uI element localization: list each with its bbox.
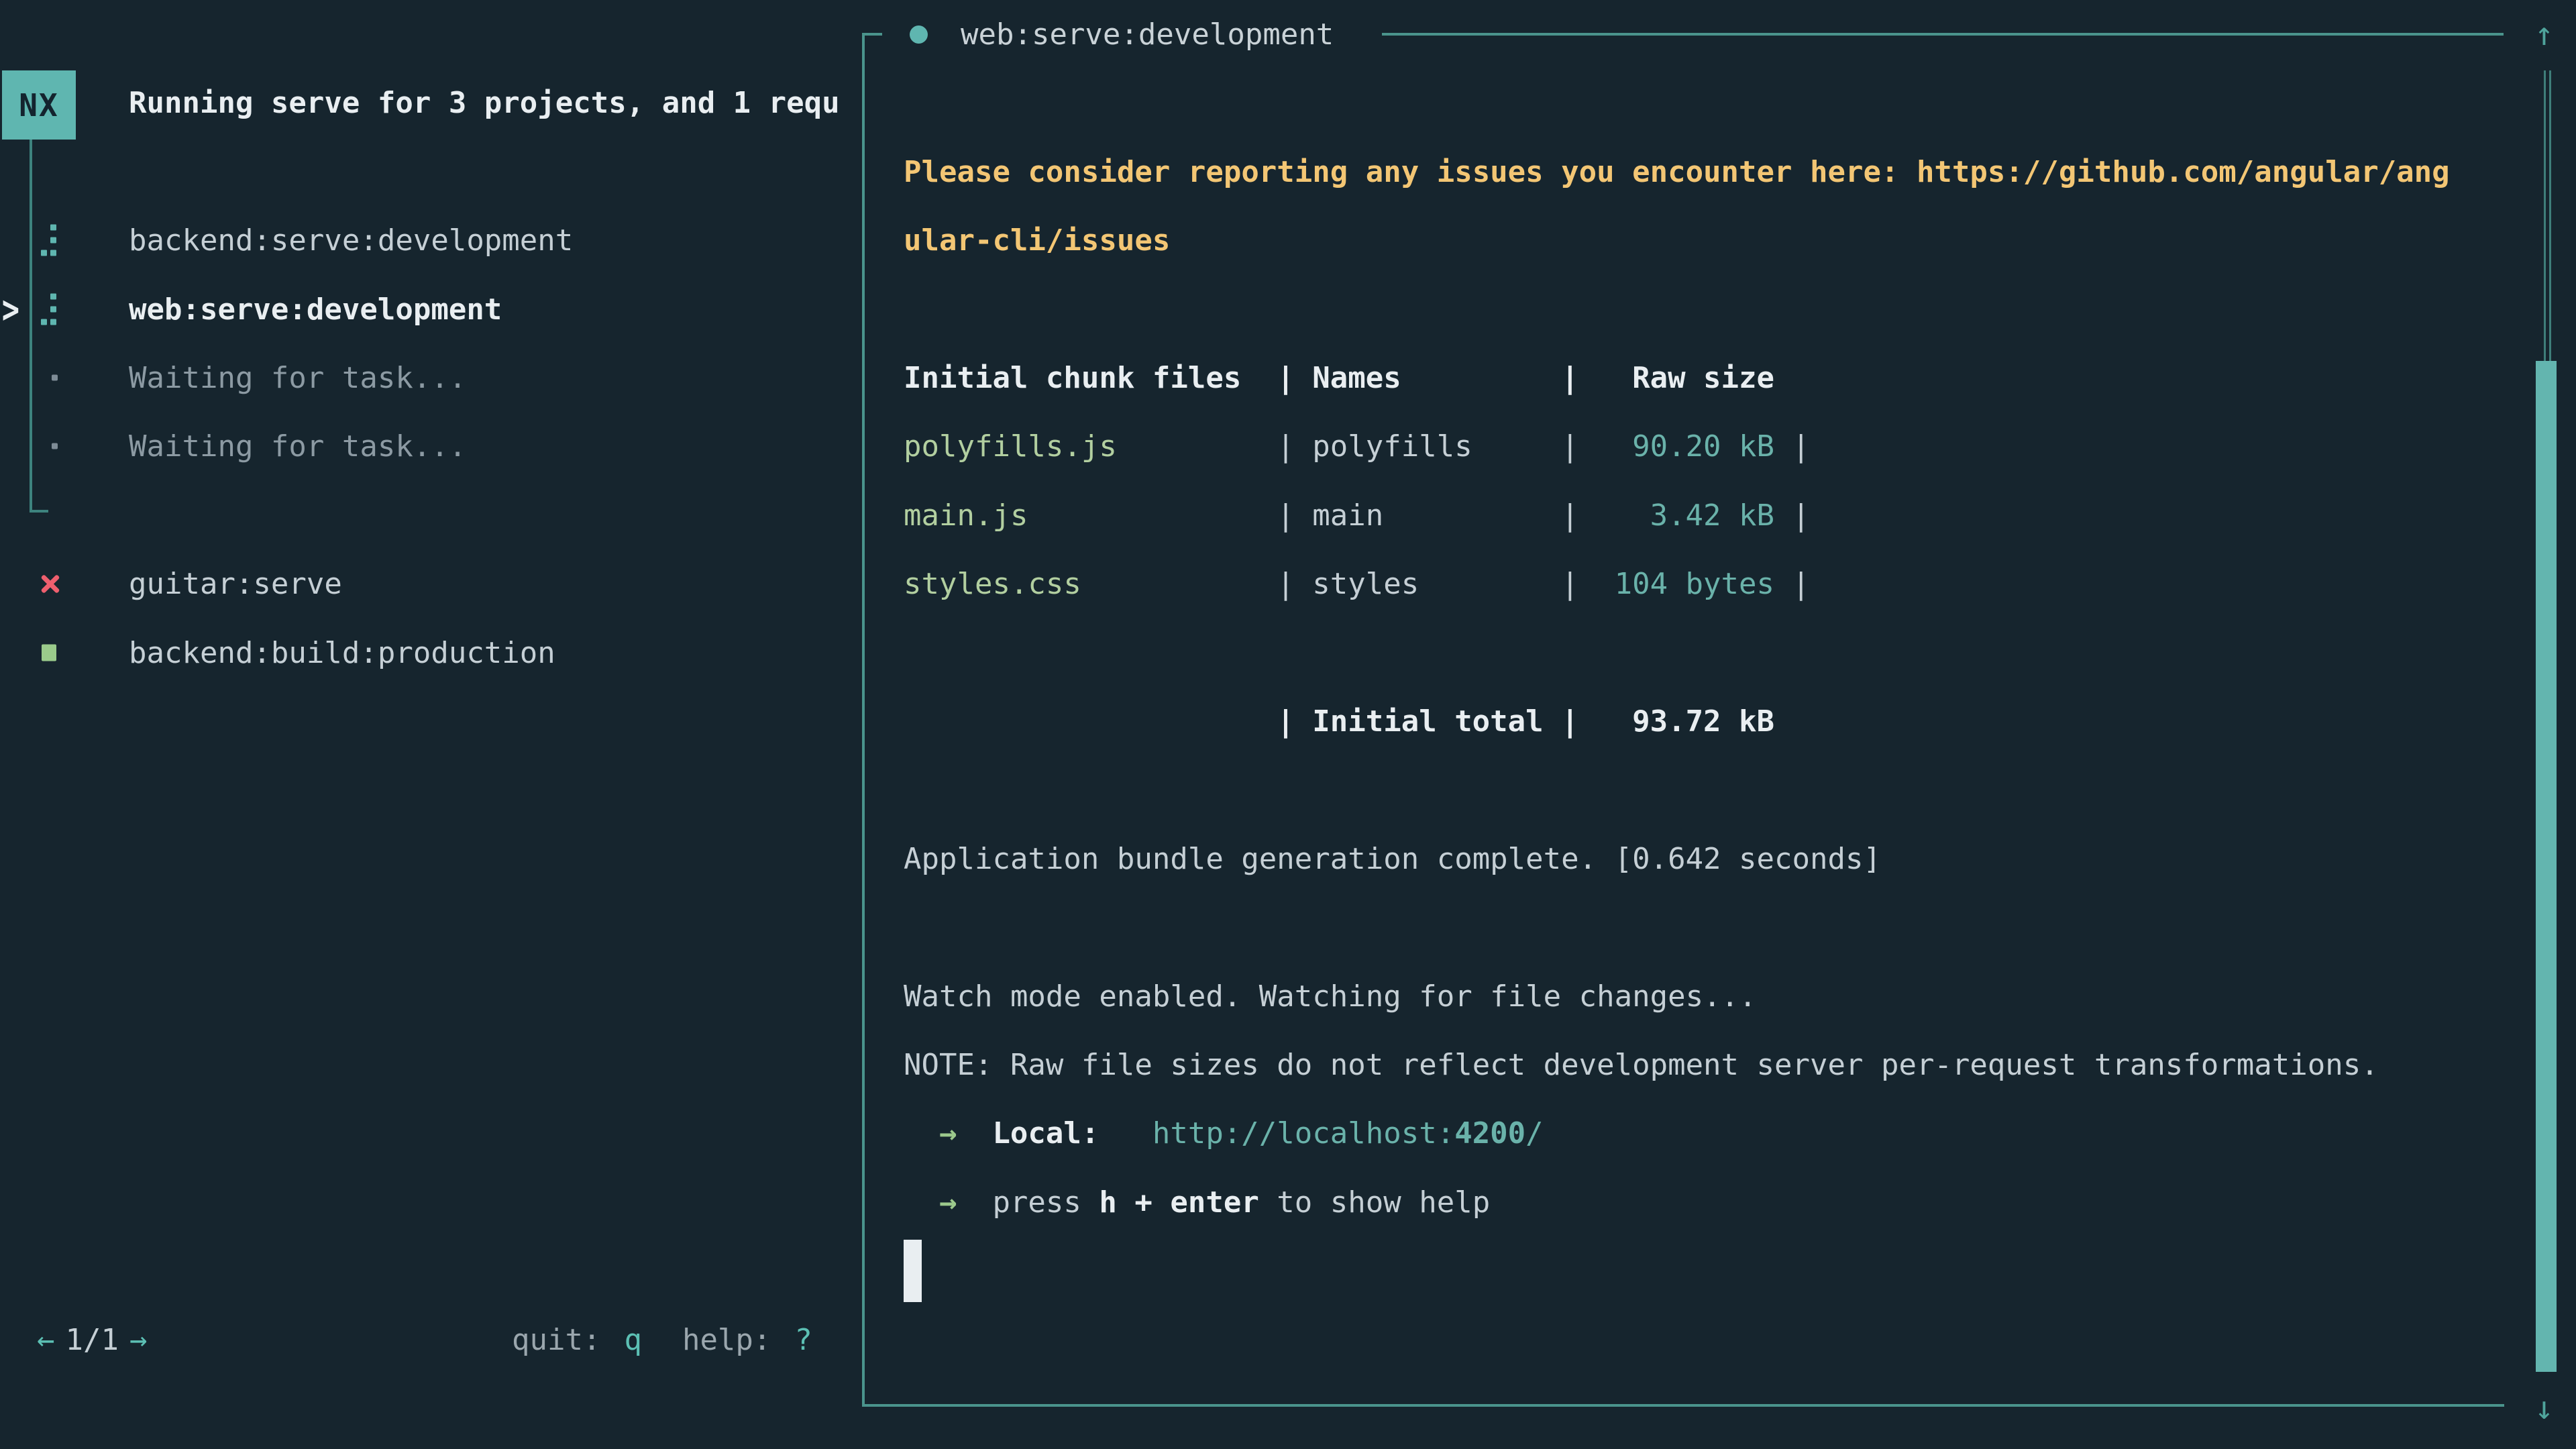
pipe: | [1561, 429, 1579, 464]
local-url-slash[interactable]: / [1525, 1116, 1544, 1150]
pending-dot-icon [52, 443, 58, 449]
warning-line: ular-cli/issues [904, 206, 1170, 274]
scroll-down-arrow-icon[interactable]: ↓ [2534, 1374, 2554, 1442]
panel-border-bottom [862, 1404, 2504, 1407]
success-square-icon [42, 645, 56, 661]
chunk-table-total-row: |Initial total|93.72 kB [904, 687, 1774, 755]
task-row[interactable]: guitar:serve [0, 549, 862, 618]
status-bullet-icon [910, 25, 928, 44]
chunk-file: styles.css [904, 567, 1277, 601]
terminal-cursor [904, 1240, 922, 1302]
task-label: Waiting for task... [129, 361, 466, 395]
help-hint-keys: h + enter [1099, 1185, 1258, 1220]
total-label: Initial total [1295, 704, 1561, 739]
task-row[interactable]: backend:build:production [0, 619, 862, 687]
pager-next-arrow-icon[interactable]: → [129, 1323, 148, 1357]
chunk-file: main.js [904, 498, 1277, 533]
local-url-host[interactable]: http://localhost: [1152, 1116, 1454, 1150]
panel-border-title-line [1382, 33, 2504, 36]
panel-title: web:serve:development [961, 17, 1334, 52]
chunk-size: 90.20 kB [1579, 429, 1774, 464]
failed-x-icon [39, 572, 62, 595]
arrow-right-icon: → [939, 1116, 957, 1150]
help-hint-post: to show help [1259, 1185, 1490, 1220]
note-line: NOTE: Raw file sizes do not reflect deve… [904, 1030, 2379, 1099]
chunk-table-row: polyfills.js|polyfills|90.20 kB| [904, 412, 1810, 480]
nx-logo: NX [2, 70, 76, 140]
scrollbar-track[interactable] [2544, 70, 2546, 361]
pipe: | [1277, 429, 1295, 464]
help-key: ? [794, 1323, 812, 1357]
pipe: | [1561, 704, 1579, 739]
spinner-icon [41, 294, 56, 325]
local-url-line: → Local: http://localhost:4200/ [904, 1099, 1544, 1167]
quit-key: q [624, 1323, 642, 1357]
col-header-files: Initial chunk files [904, 361, 1277, 395]
chunk-table-header: Initial chunk files|Names|Raw size [904, 343, 1774, 412]
run-summary-title: Running serve for 3 projects, and 1 requ [129, 68, 840, 137]
keyboard-shortcuts: quit: q help: ? [512, 1305, 812, 1374]
panel-title-row: web:serve:development [910, 0, 1334, 68]
task-label: Waiting for task... [129, 429, 466, 464]
task-label: backend:build:production [129, 636, 555, 670]
pipe: | [1277, 498, 1295, 533]
help-hint-pre: press [992, 1185, 1099, 1220]
pipe: | [1792, 498, 1811, 533]
task-row-selected[interactable]: > web:serve:development [0, 275, 862, 343]
pipe: | [1277, 361, 1295, 395]
chunk-name: polyfills [1295, 429, 1561, 464]
total-size: 93.72 kB [1579, 704, 1774, 739]
panel-border-left [862, 33, 865, 1407]
pipe: | [1792, 429, 1811, 464]
scroll-up-arrow-icon[interactable]: ↑ [2534, 0, 2554, 68]
scrollbar-track[interactable] [2549, 70, 2551, 361]
chevron-right-icon: > [2, 290, 19, 329]
spinner-icon [41, 225, 56, 256]
chunk-table-row: styles.css|styles|104 bytes| [904, 549, 1810, 618]
arrow-right-icon: → [939, 1185, 957, 1220]
bundle-complete-line: Application bundle generation complete. … [904, 824, 1881, 893]
watch-mode-line: Watch mode enabled. Watching for file ch… [904, 962, 1757, 1030]
task-list-panel: NX Running serve for 3 projects, and 1 r… [0, 0, 862, 1449]
pager: ← 1/1 → [37, 1305, 147, 1374]
col-header-names: Names [1295, 361, 1561, 395]
pending-dot-icon [52, 375, 58, 381]
chunk-size: 104 bytes [1579, 567, 1774, 601]
task-tree-corner [30, 510, 48, 513]
pager-position: 1/1 [66, 1323, 119, 1357]
pipe: | [1561, 361, 1579, 395]
scrollbar-thumb[interactable] [2536, 361, 2557, 1372]
chunk-file: polyfills.js [904, 429, 1277, 464]
warning-line: Please consider reporting any issues you… [904, 138, 2450, 206]
pager-prev-arrow-icon[interactable]: ← [37, 1323, 55, 1357]
pipe: | [1561, 498, 1579, 533]
task-label: backend:serve:development [129, 223, 573, 258]
chunk-table-row: main.js|main|3.42 kB| [904, 481, 1810, 549]
quit-label: quit: [512, 1323, 600, 1357]
local-url-port[interactable]: 4200 [1454, 1116, 1525, 1150]
help-label: help: [682, 1323, 771, 1357]
local-label: Local: [992, 1116, 1099, 1150]
chunk-size: 3.42 kB [1579, 498, 1774, 533]
pipe: | [1277, 704, 1295, 739]
task-row[interactable]: Waiting for task... [0, 343, 862, 412]
chunk-name: main [1295, 498, 1561, 533]
task-row[interactable]: Waiting for task... [0, 412, 862, 480]
col-header-raw-size: Raw size [1579, 361, 1774, 395]
task-row[interactable]: backend:serve:development [0, 206, 862, 274]
panel-border-top-stub [862, 33, 882, 36]
pipe: | [1561, 567, 1579, 601]
pipe: | [1792, 567, 1811, 601]
pipe: | [1277, 567, 1295, 601]
help-hint-line: → press h + enter to show help [904, 1168, 1490, 1236]
chunk-name: styles [1295, 567, 1561, 601]
task-label: web:serve:development [129, 292, 502, 327]
task-label: guitar:serve [129, 567, 342, 601]
